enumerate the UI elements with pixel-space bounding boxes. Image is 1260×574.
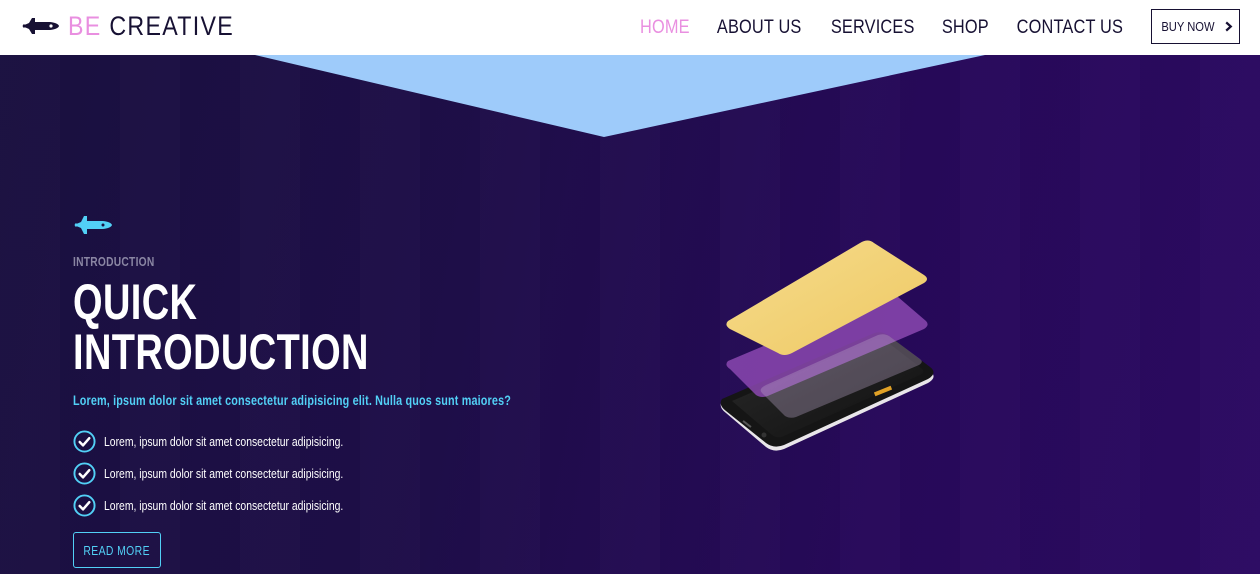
hero-title-line-1: QUICK <box>73 274 198 330</box>
nav-item-contact-us[interactable]: CONTACT US <box>1017 17 1123 39</box>
nav-item-about-us[interactable]: ABOUT US <box>717 17 802 39</box>
hero-title-line-2: INTRODUCTION <box>73 324 369 380</box>
chevron-right-icon <box>1225 21 1233 32</box>
hero-lead-text: Lorem, ipsum dolor sit amet consectetur … <box>73 393 512 408</box>
buy-now-label: BUY NOW <box>1161 19 1215 34</box>
nav-item-shop[interactable]: SHOP <box>941 17 988 39</box>
navbar: BE CREATIVE HOME ABOUT US SERVICES SHOP … <box>0 0 1260 55</box>
check-circle-icon <box>73 493 96 517</box>
feature-item: Lorem, ipsum dolor sit amet consectetur … <box>73 457 403 489</box>
section-eyebrow: INTRODUCTION <box>73 255 155 269</box>
read-more-label: READ MORE <box>83 542 151 558</box>
brand-name: BE CREATIVE <box>68 12 234 40</box>
brand-name-accent: BE <box>68 11 102 41</box>
spaceship-icon <box>22 18 59 34</box>
check-circle-icon <box>73 461 96 485</box>
brand-name-main: CREATIVE <box>109 11 235 41</box>
feature-list: Lorem, ipsum dolor sit amet consectetur … <box>73 425 403 521</box>
feature-text: Lorem, ipsum dolor sit amet consectetur … <box>104 465 344 481</box>
brand-logo[interactable]: BE CREATIVE <box>20 12 261 40</box>
nav-item-services[interactable]: SERVICES <box>831 17 915 39</box>
feature-item: Lorem, ipsum dolor sit amet consectetur … <box>73 425 403 457</box>
hero-title: QUICK INTRODUCTION <box>73 277 369 377</box>
read-more-button[interactable]: READ MORE <box>73 532 161 568</box>
hero-section: INTRODUCTION QUICK INTRODUCTION Lorem, i… <box>0 55 1260 574</box>
smartphone-layers-illustration <box>720 240 934 451</box>
top-triangle-shape <box>255 55 985 137</box>
buy-now-button[interactable]: BUY NOW <box>1151 9 1240 44</box>
feature-text: Lorem, ipsum dolor sit amet consectetur … <box>104 497 344 513</box>
feature-text: Lorem, ipsum dolor sit amet consectetur … <box>104 433 344 449</box>
feature-item: Lorem, ipsum dolor sit amet consectetur … <box>73 489 403 521</box>
nav-item-home[interactable]: HOME <box>640 17 690 39</box>
main-nav: HOME ABOUT US SERVICES SHOP CONTACT US <box>620 0 1132 55</box>
spaceship-icon <box>74 216 112 234</box>
check-circle-icon <box>73 429 96 453</box>
